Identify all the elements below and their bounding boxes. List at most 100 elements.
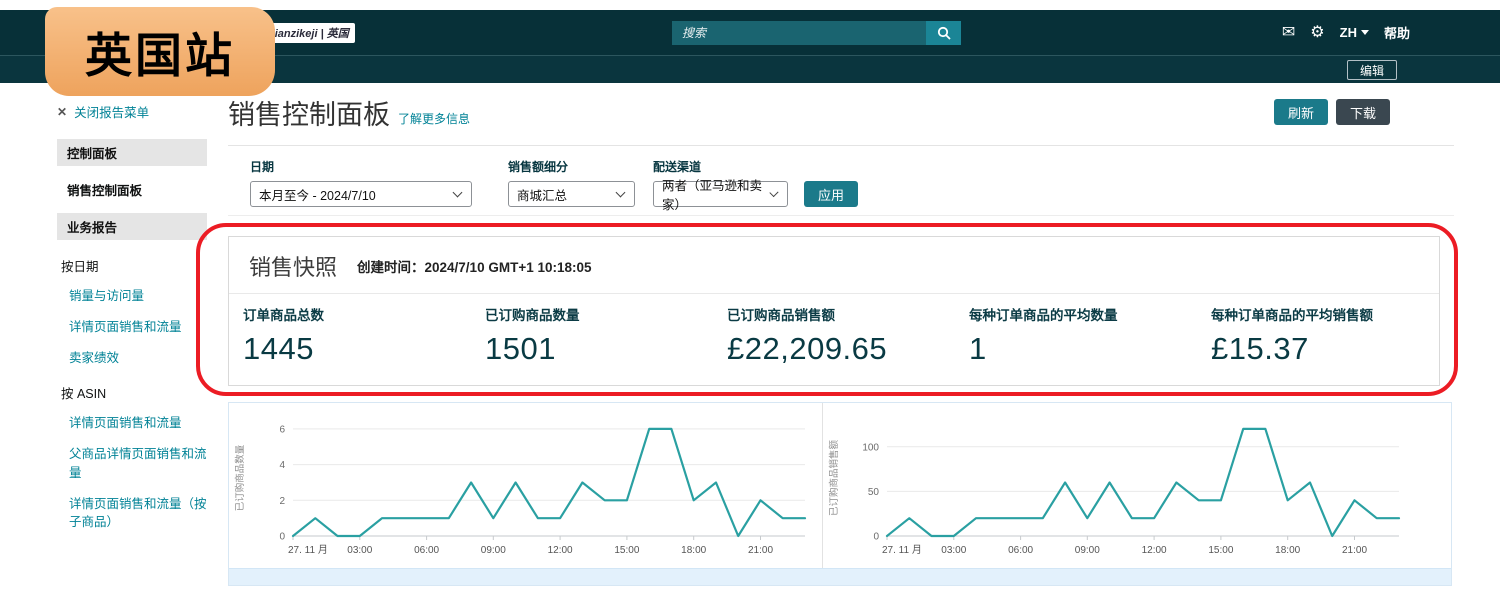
title-row: 销售控制面板 了解更多信息 — [228, 93, 470, 132]
chevron-down-icon — [1361, 30, 1369, 35]
marketplace-badge[interactable]: dianzikeji | 英国 — [262, 23, 355, 43]
uk-site-overlay-label: 英国站 — [45, 7, 275, 96]
chevron-down-icon — [616, 188, 626, 198]
ordered-sales-chart: 05010027. 11 月03:0006:0009:0012:0015:001… — [822, 403, 1415, 568]
date-filter: 日期 本月至今 - 2024/7/10 — [250, 158, 508, 207]
svg-text:21:00: 21:00 — [1342, 545, 1367, 556]
language-label: ZH — [1340, 25, 1357, 40]
metric-value: £22,209.65 — [727, 331, 955, 367]
mail-icon[interactable]: ✉ — [1282, 25, 1295, 41]
report-sidebar: ✕ 关闭报告菜单 控制面板 销售控制面板 业务报告 按日期 销量与访问量 详情页… — [57, 102, 207, 544]
sidebar-section-dashboard: 控制面板 — [57, 139, 207, 166]
snapshot-title: 销售快照 — [249, 250, 337, 282]
charts-row: 0 2 4 6 27. 11 月 03:00 06:00 09:00 12:00 15:00 18:… — [229, 403, 1451, 568]
date-filter-value: 本月至今 - 2024/7/10 — [259, 185, 376, 204]
channel-filter-value: 两者（亚马逊和卖家） — [662, 175, 763, 213]
help-link[interactable]: 帮助 — [1384, 23, 1410, 42]
svg-text:6: 6 — [279, 424, 285, 435]
channel-filter-label: 配送渠道 — [653, 158, 804, 175]
metric-label: 已订购商品销售额 — [727, 304, 955, 324]
metric-avg-sales: 每种订单商品的平均销售额 £15.37 — [1197, 304, 1439, 367]
metric-avg-units: 每种订单商品的平均数量 1 — [955, 304, 1197, 367]
metric-label: 每种订单商品的平均销售额 — [1211, 304, 1439, 324]
svg-text:50: 50 — [868, 487, 880, 498]
svg-text:15:00: 15:00 — [1208, 545, 1233, 556]
units-ordered-chart: 0 2 4 6 27. 11 月 03:00 06:00 09:00 12:00 15:00 18:… — [229, 403, 822, 568]
metric-ordered-sales: 已订购商品销售额 £22,209.65 — [713, 304, 955, 367]
line-chart-svg: 0 2 4 6 27. 11 月 03:00 06:00 09:00 12:00 15:00 18:… — [229, 408, 819, 566]
header-actions: ✉ ⚙ ZH 帮助 — [1282, 10, 1410, 55]
learn-more-link[interactable]: 了解更多信息 — [398, 110, 470, 127]
svg-text:4: 4 — [279, 460, 285, 471]
metric-label: 订单商品总数 — [243, 304, 471, 324]
metric-label: 已订购商品数量 — [485, 304, 713, 324]
search-bar — [672, 21, 961, 45]
svg-text:12:00: 12:00 — [548, 545, 573, 556]
seller-central-page: dianzikeji | 英国 ✉ ⚙ ZH 帮助 编辑 英国站 — [0, 0, 1500, 600]
chevron-down-icon — [453, 188, 463, 198]
date-filter-select[interactable]: 本月至今 - 2024/7/10 — [250, 181, 472, 207]
metric-value: £15.37 — [1211, 331, 1439, 367]
edit-button[interactable]: 编辑 — [1347, 60, 1397, 80]
svg-text:27. 11 月: 27. 11 月 — [882, 544, 922, 556]
sales-snapshot-card: 销售快照 创建时间：2024/7/10 GMT+1 10:18:05 订单商品总… — [228, 236, 1440, 386]
date-filter-label: 日期 — [250, 158, 508, 175]
breakdown-filter-value: 商城汇总 — [517, 185, 567, 204]
metric-value: 1445 — [243, 331, 471, 367]
download-button[interactable]: 下载 — [1336, 99, 1390, 125]
svg-text:27. 11 月: 27. 11 月 — [288, 544, 328, 556]
language-selector[interactable]: ZH — [1340, 25, 1369, 40]
main-content: 销售控制面板 了解更多信息 刷新 下载 日期 本月至今 - 2024/7/10 … — [212, 83, 1500, 600]
page-title: 销售控制面板 — [228, 93, 390, 132]
svg-text:100: 100 — [862, 442, 879, 453]
svg-text:2: 2 — [279, 496, 285, 507]
line-chart-svg: 05010027. 11 月03:0006:0009:0012:0015:001… — [823, 408, 1413, 566]
sidebar-item-sales-traffic[interactable]: 销量与访问量 — [57, 287, 207, 306]
close-label: 关闭报告菜单 — [74, 102, 149, 121]
svg-text:已订购商品数量: 已订购商品数量 — [234, 444, 246, 511]
sidebar-item-parent-detail-page[interactable]: 父商品详情页面销售和流量 — [57, 445, 207, 483]
svg-text:15:00: 15:00 — [614, 545, 639, 556]
sidebar-section-business-reports: 业务报告 — [57, 213, 207, 240]
snapshot-created-time: 创建时间：2024/7/10 GMT+1 10:18:05 — [357, 256, 591, 276]
search-button[interactable] — [926, 21, 961, 45]
breakdown-filter-label: 销售额细分 — [508, 158, 653, 175]
metric-total-order-items: 订单商品总数 1445 — [229, 304, 471, 367]
created-label: 创建时间： — [357, 260, 425, 275]
charts-panel: 0 2 4 6 27. 11 月 03:00 06:00 09:00 12:00 15:00 18:… — [228, 402, 1452, 586]
gear-icon[interactable]: ⚙ — [1310, 25, 1324, 41]
channel-filter-select[interactable]: 两者（亚马逊和卖家） — [653, 181, 788, 207]
metric-label: 每种订单商品的平均数量 — [969, 304, 1197, 324]
svg-text:21:00: 21:00 — [748, 545, 773, 556]
sidebar-item-detail-page-child[interactable]: 详情页面销售和流量（按子商品） — [57, 495, 207, 533]
sidebar-item-detail-page-sales-asin[interactable]: 详情页面销售和流量 — [57, 414, 207, 433]
channel-filter: 配送渠道 两者（亚马逊和卖家） — [653, 158, 804, 207]
sidebar-item-sales-dashboard[interactable]: 销售控制面板 — [57, 180, 207, 199]
divider — [228, 215, 1454, 216]
snapshot-header: 销售快照 创建时间：2024/7/10 GMT+1 10:18:05 — [229, 237, 1439, 294]
svg-text:03:00: 03:00 — [347, 545, 372, 556]
sidebar-item-detail-page-sales[interactable]: 详情页面销售和流量 — [57, 318, 207, 337]
svg-text:03:00: 03:00 — [941, 545, 966, 556]
apply-button[interactable]: 应用 — [804, 181, 858, 207]
metric-value: 1 — [969, 331, 1197, 367]
metric-value: 1501 — [485, 331, 713, 367]
svg-text:09:00: 09:00 — [481, 545, 506, 556]
created-value: 2024/7/10 GMT+1 10:18:05 — [425, 260, 592, 275]
breakdown-filter: 销售额细分 商城汇总 — [508, 158, 653, 207]
svg-text:09:00: 09:00 — [1075, 545, 1100, 556]
search-input[interactable] — [672, 21, 926, 45]
filter-bar: 日期 本月至今 - 2024/7/10 销售额细分 商城汇总 配送渠道 两者（亚… — [228, 145, 1454, 207]
sidebar-item-seller-performance[interactable]: 卖家绩效 — [57, 349, 207, 368]
chevron-down-icon — [770, 188, 779, 197]
svg-text:0: 0 — [873, 532, 879, 543]
close-report-menu[interactable]: ✕ 关闭报告菜单 — [57, 102, 207, 121]
svg-text:已订购商品销售额: 已订购商品销售额 — [828, 440, 840, 517]
snapshot-metrics: 订单商品总数 1445 已订购商品数量 1501 已订购商品销售额 £22,20… — [229, 294, 1439, 385]
svg-text:18:00: 18:00 — [1275, 545, 1300, 556]
breakdown-filter-select[interactable]: 商城汇总 — [508, 181, 635, 207]
svg-text:06:00: 06:00 — [414, 545, 439, 556]
svg-text:0: 0 — [279, 532, 285, 543]
svg-text:18:00: 18:00 — [681, 545, 706, 556]
refresh-button[interactable]: 刷新 — [1274, 99, 1328, 125]
